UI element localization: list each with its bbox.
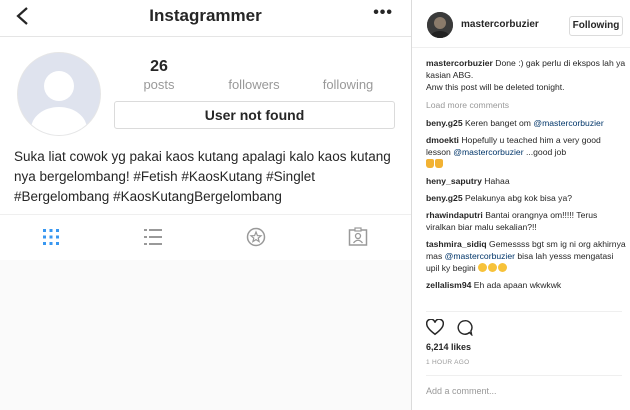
following-label: following xyxy=(322,77,374,92)
comment-mention[interactable]: @mastercorbuzier xyxy=(445,251,515,261)
add-comment-input[interactable]: Add a comment... xyxy=(426,386,497,396)
comment-item: beny.g25 Pelakunya abg kok bisa ya? xyxy=(426,192,626,204)
thumbs-up-emoji-icon xyxy=(426,159,434,168)
post-header: mastercorbuzier Following xyxy=(412,0,630,48)
actions-divider xyxy=(426,311,622,312)
grin-emoji-icon xyxy=(498,263,508,272)
page-title: Instagrammer xyxy=(149,6,262,25)
posts-label: posts xyxy=(143,77,175,92)
comment-item: heny_saputry Hahaa xyxy=(426,175,626,187)
profile-panel: Instagrammer ••• 26 posts followers foll… xyxy=(0,0,411,410)
comment-item: tashmira_sidiq Gemessss bgt sm ig ni org… xyxy=(426,238,626,274)
comment-text: Pelakunya abg kok bisa ya? xyxy=(465,193,573,203)
comment-item: rhawindaputri Bantai orangnya om!!!!! Te… xyxy=(426,209,626,233)
comment-username[interactable]: dmoekti xyxy=(426,135,459,145)
post-caption: mastercorbuzier Done :) gak perlu di eks… xyxy=(426,57,626,93)
comment-username[interactable]: tashmira_sidiq xyxy=(426,239,487,249)
thumbs-up-emoji-icon xyxy=(435,159,443,168)
post-author-username[interactable]: mastercorbuzier xyxy=(461,19,539,30)
comment-item: dmoekti Hopefully u teached him a very g… xyxy=(426,134,626,170)
profile-tabs xyxy=(0,214,411,261)
comment-text: Hahaa xyxy=(484,176,510,186)
following-button[interactable]: Following xyxy=(569,16,623,36)
likes-count[interactable]: 6,214 likes xyxy=(426,342,471,352)
comment-username[interactable]: beny.g25 xyxy=(426,193,463,203)
grin-emoji-icon xyxy=(488,263,498,272)
post-panel: mastercorbuzier Following mastercorbuzie… xyxy=(412,0,630,410)
comment-username[interactable]: zellalism94 xyxy=(426,280,471,290)
comment-text: Keren banget om xyxy=(465,118,531,128)
comment-text-after: ...good job xyxy=(525,147,567,157)
heart-icon[interactable] xyxy=(425,318,445,336)
default-avatar-icon xyxy=(18,53,100,135)
comment-username[interactable]: mastercorbuzier xyxy=(426,58,493,68)
avatar xyxy=(17,52,101,136)
comment-icon[interactable] xyxy=(456,319,474,337)
following-stat[interactable]: following xyxy=(303,58,393,92)
user-not-found-button[interactable]: User not found xyxy=(114,101,395,129)
comment-mention[interactable]: @mastercorbuzier xyxy=(453,147,523,157)
post-timestamp: 1 HOUR AGO xyxy=(426,359,470,366)
comment-item: zellalism94 Eh ada apaan wkwkwk xyxy=(426,279,626,291)
comments-list: mastercorbuzier Done :) gak perlu di eks… xyxy=(426,57,626,296)
saved-star-icon[interactable] xyxy=(246,227,266,247)
posts-count: 26 xyxy=(150,58,168,75)
post-actions xyxy=(425,318,474,341)
comment-divider xyxy=(426,375,622,376)
posts-stat: 26 posts xyxy=(114,58,204,92)
comment-username[interactable]: heny_saputry xyxy=(426,176,482,186)
grid-view-icon[interactable] xyxy=(41,227,61,247)
caption-text-2: Anw this post will be deleted tonight. xyxy=(426,82,565,92)
load-more-comments-link[interactable]: Load more comments xyxy=(426,99,626,111)
tagged-user-icon[interactable] xyxy=(348,227,368,247)
posts-area xyxy=(0,260,411,410)
comment-username[interactable]: beny.g25 xyxy=(426,118,463,128)
profile-bio: Suka liat cowok yg pakai kaos kutang apa… xyxy=(14,149,391,204)
profile-header: Instagrammer ••• xyxy=(0,0,411,37)
profile-stats: 26 posts followers following xyxy=(114,58,395,96)
comment-text: Eh ada apaan wkwkwk xyxy=(473,280,562,290)
post-author-avatar[interactable] xyxy=(427,12,453,38)
comment-item: beny.g25 Keren banget om @mastercorbuzie… xyxy=(426,117,626,129)
grin-emoji-icon xyxy=(478,263,488,272)
followers-label: followers xyxy=(228,77,280,92)
comment-username[interactable]: rhawindaputri xyxy=(426,210,483,220)
list-view-icon[interactable] xyxy=(143,227,163,247)
followers-stat[interactable]: followers xyxy=(209,58,299,92)
more-options-icon[interactable]: ••• xyxy=(373,4,393,22)
comment-mention[interactable]: @mastercorbuzier xyxy=(533,118,603,128)
